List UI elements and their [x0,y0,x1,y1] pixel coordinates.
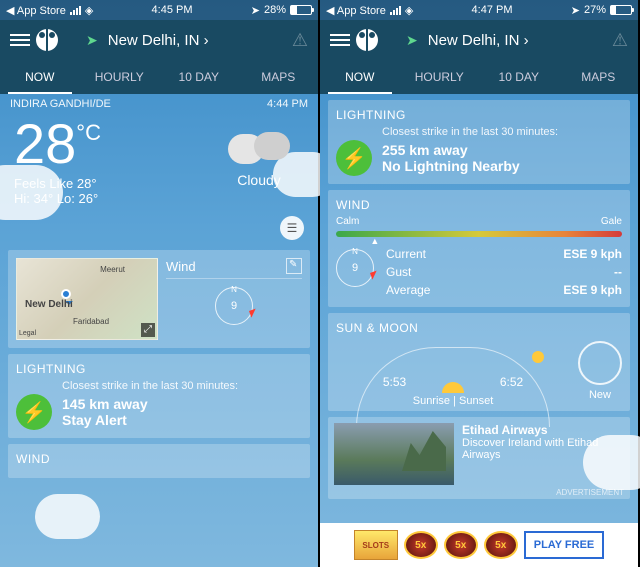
content-scroll[interactable]: LIGHTNING ⚡ Closest strike in the last 3… [320,94,638,567]
ad-logo: SLOTS [354,530,398,560]
tab-maps[interactable]: MAPS [239,60,319,94]
current-weather: 28°C Feels Like 28° Hi: 34° Lo: 26° Clou… [8,114,310,212]
status-time: 4:47 PM [472,4,513,16]
signal-icon [390,6,401,15]
battery-icon [290,5,312,15]
condition-icon [228,124,290,164]
wind-table: CurrentESE 9 kph Gust-- AverageESE 9 kph [386,245,622,299]
updated-time: 4:44 PM [267,98,308,110]
sun-moon-card[interactable]: SUN & MOON 5:536:52 Sunrise | Sunset New [328,313,630,411]
edit-icon[interactable] [286,258,302,274]
tab-10day[interactable]: 10 DAY [479,60,559,94]
back-appstore[interactable]: ◀ App Store [6,4,66,17]
hi-lo: Hi: 34° Lo: 26° [14,191,214,206]
lightning-icon: ⚡ [16,394,52,430]
app-logo-icon[interactable] [356,29,378,51]
alert-icon[interactable]: ⚠ [612,30,628,51]
banner-ad[interactable]: SLOTS 5x 5x 5x PLAY FREE [320,523,638,567]
condition-text: Cloudy [214,172,304,188]
location-arrow-icon: ➤ [86,32,98,49]
phone-left: ◀ App Store ◈ 4:45 PM ➤ 28% ➤ New Delhi,… [0,0,320,567]
back-appstore[interactable]: ◀ App Store [326,4,386,17]
lightning-card[interactable]: LIGHTNING ⚡ Closest strike in the last 3… [8,354,310,438]
tab-now[interactable]: NOW [0,60,80,94]
status-time: 4:45 PM [152,4,193,16]
wind-label: Wind [166,259,196,274]
menu-icon[interactable] [330,34,350,46]
ad-card[interactable]: Etihad Airways Discover Ireland with Eti… [328,417,630,499]
moon-phase-icon [578,341,622,385]
wind-card-peek[interactable]: WIND [8,444,310,478]
status-bar: ◀ App Store ◈ 4:47 PM ➤ 27% [320,0,638,20]
tab-hourly[interactable]: HOURLY [80,60,160,94]
app-bar: ➤ New Delhi, IN › ⚠ [320,20,638,60]
menu-icon[interactable] [10,34,30,46]
lightning-card[interactable]: LIGHTNING ⚡ Closest strike in the last 3… [328,100,630,184]
battery-icon [610,5,632,15]
content-scroll[interactable]: INDIRA GANDHI/DE 4:44 PM 28°C Feels Like… [0,94,318,567]
tab-bar: NOW HOURLY 10 DAY MAPS [0,60,318,94]
location-icon: ➤ [571,4,580,17]
battery-pct: 28% [264,4,286,16]
feels-like: Feels Like 28° [14,176,214,191]
tab-10day[interactable]: 10 DAY [159,60,239,94]
info-icon[interactable]: ☰ [280,216,304,240]
location-arrow-icon: ➤ [406,32,418,49]
map-wind-card[interactable]: Meerut New Delhi Faridabad Legal ⤢ Wind … [8,250,310,348]
tab-hourly[interactable]: HOURLY [400,60,480,94]
slot-chip-icon: 5x [404,531,438,559]
app-bar: ➤ New Delhi, IN › ⚠ [0,20,318,60]
sun-arc: 5:536:52 Sunrise | Sunset [336,339,570,403]
signal-icon [70,6,81,15]
station-name: INDIRA GANDHI/DE [10,98,111,110]
wind-compass: 9 [215,287,253,325]
map-pin-icon [61,289,71,299]
slot-chip-icon: 5x [444,531,478,559]
tab-maps[interactable]: MAPS [559,60,639,94]
tab-now[interactable]: NOW [320,60,400,94]
status-bar: ◀ App Store ◈ 4:45 PM ➤ 28% [0,0,318,20]
expand-icon[interactable]: ⤢ [141,323,155,337]
wifi-icon: ◈ [405,4,413,17]
location-selector[interactable]: New Delhi, IN › [108,32,292,49]
phone-right: ◀ App Store ◈ 4:47 PM ➤ 27% ➤ New Delhi,… [320,0,640,567]
alert-icon[interactable]: ⚠ [292,30,308,51]
tab-bar: NOW HOURLY 10 DAY MAPS [320,60,638,94]
wind-compass: 9 [336,249,374,287]
location-selector[interactable]: New Delhi, IN › [428,32,612,49]
location-icon: ➤ [251,4,260,17]
map-thumbnail[interactable]: Meerut New Delhi Faridabad Legal ⤢ [16,258,158,340]
wind-card[interactable]: WIND CalmGale 9 CurrentESE 9 kph Gust-- … [328,190,630,307]
lightning-icon: ⚡ [336,140,372,176]
play-free-button[interactable]: PLAY FREE [524,531,605,559]
battery-pct: 27% [584,4,606,16]
card-title: LIGHTNING [16,362,302,376]
wifi-icon: ◈ [85,4,93,17]
wind-gauge [336,231,622,237]
temperature: 28°C [14,116,214,172]
app-logo-icon[interactable] [36,29,58,51]
ad-image [334,423,454,485]
sun-position-icon [532,351,544,363]
slot-chip-icon: 5x [484,531,518,559]
